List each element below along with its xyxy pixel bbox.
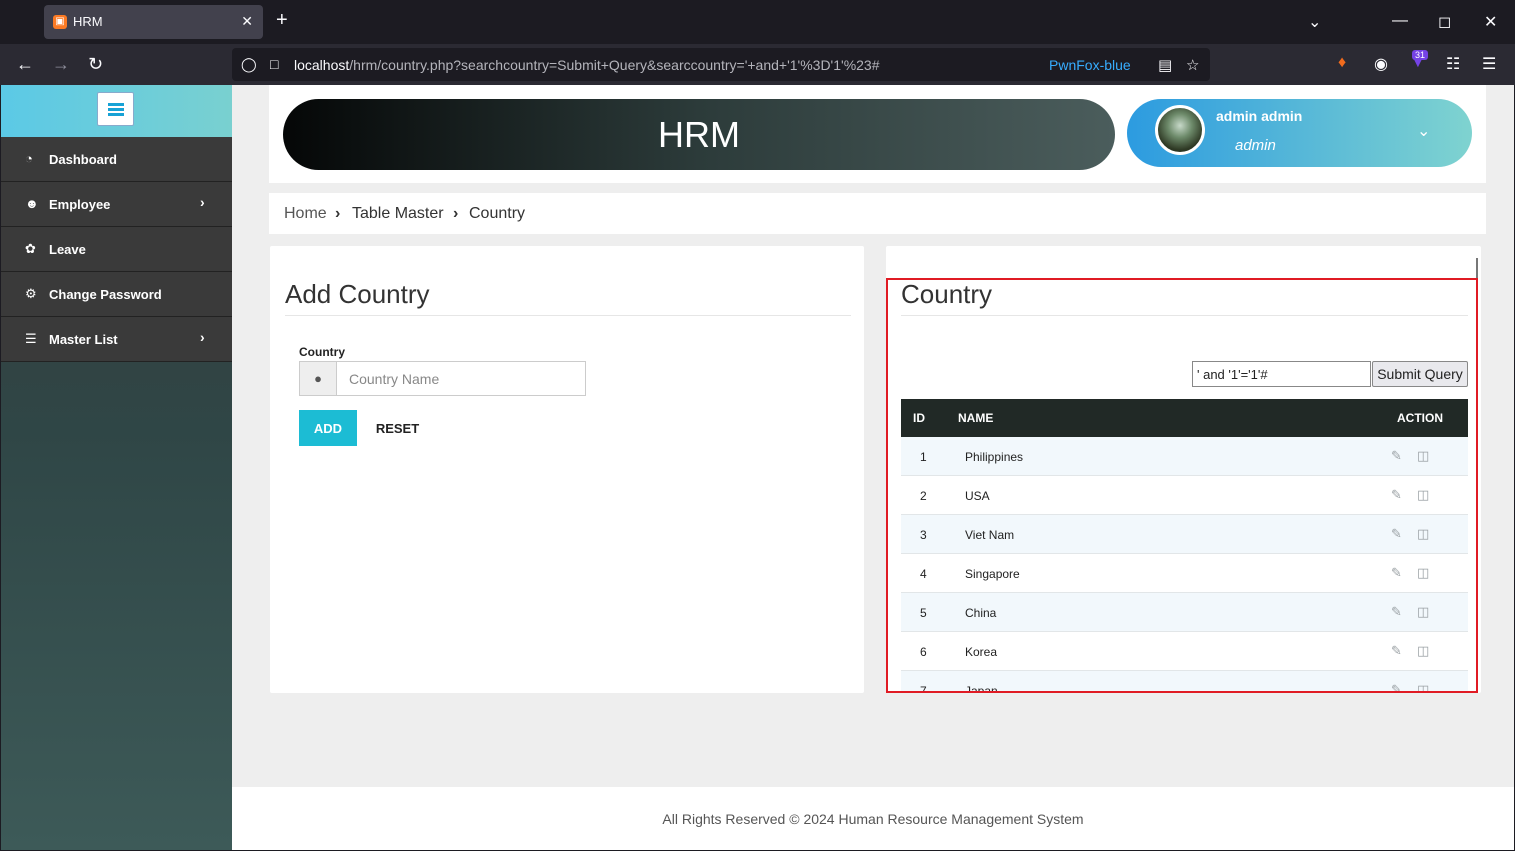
- trash-icon[interactable]: ◫: [1417, 526, 1429, 542]
- tab-title: HRM: [73, 14, 103, 29]
- sidebar-item-master-list[interactable]: ☰ Master List ›: [1, 317, 232, 362]
- column-header-id: ID: [913, 411, 925, 425]
- country-name-input[interactable]: [338, 362, 585, 395]
- container-label[interactable]: PwnFox-blue: [1049, 57, 1131, 73]
- add-country-card: Add Country Country ● ADD RESET: [270, 246, 864, 693]
- url-text[interactable]: localhost/hrm/country.php?searchcountry=…: [294, 57, 880, 73]
- reload-icon[interactable]: ↻: [88, 54, 103, 74]
- bookmark-star-icon[interactable]: ☆: [1186, 56, 1199, 74]
- reset-button[interactable]: RESET: [370, 410, 425, 446]
- avatar: [1155, 105, 1205, 155]
- window-close-icon[interactable]: ✕: [1484, 12, 1497, 32]
- submit-query-button[interactable]: Submit Query: [1372, 361, 1468, 387]
- sidebar-toggle-button[interactable]: [97, 92, 134, 126]
- table-row: 1 Philippines ✎ ◫: [901, 437, 1468, 476]
- chevron-right-icon: ›: [200, 194, 205, 210]
- edit-pencil-icon[interactable]: ✎: [1391, 448, 1402, 464]
- sidebar-header: [1, 85, 232, 137]
- table-row: 3 Viet Nam ✎ ◫: [901, 515, 1468, 554]
- country-list-title: Country: [901, 279, 993, 309]
- trash-icon[interactable]: ◫: [1417, 682, 1429, 693]
- table-body: 1 Philippines ✎ ◫ 2 USA ✎ ◫ 3 Viet Nam ✎…: [901, 437, 1468, 693]
- cookie-extension-icon[interactable]: ◉: [1374, 54, 1388, 74]
- sidebar-item-change-password[interactable]: ⚙ Change Password: [1, 272, 232, 317]
- edit-pencil-icon[interactable]: ✎: [1391, 526, 1402, 542]
- browser-tab[interactable]: ▣ HRM ✕: [44, 5, 263, 39]
- shield-icon[interactable]: ◯: [241, 56, 257, 73]
- extensions-puzzle-icon[interactable]: ☷: [1446, 54, 1460, 74]
- address-bar[interactable]: ◯ □ localhost/hrm/country.php?searchcoun…: [232, 48, 1210, 81]
- page-header: HRM admin admin admin ⌄: [269, 85, 1486, 183]
- browser-tabbar: ▣ HRM ✕ + ⌄ — ◻ ✕: [0, 0, 1515, 44]
- maximize-icon[interactable]: ◻: [1438, 12, 1451, 32]
- app-menu-icon[interactable]: ☰: [1482, 54, 1496, 74]
- trash-icon[interactable]: ◫: [1417, 565, 1429, 581]
- table-row: 5 China ✎ ◫: [901, 593, 1468, 632]
- user-role: admin: [1235, 137, 1276, 154]
- trash-icon[interactable]: ◫: [1417, 643, 1429, 659]
- table-header: ID NAME ACTION: [901, 399, 1468, 437]
- add-country-title: Add Country: [285, 279, 430, 309]
- list-icon: ☰: [25, 331, 37, 346]
- table-scrollbar[interactable]: [1476, 258, 1478, 635]
- country-input-group: ●: [299, 361, 586, 396]
- breadcrumb-separator-icon: ›: [453, 205, 459, 222]
- sidebar-item-employee[interactable]: ☻ Employee ›: [1, 182, 232, 227]
- sidebar-item-dashboard[interactable]: ◔ Dashboard: [1, 137, 232, 182]
- table-row: 2 USA ✎ ◫: [901, 476, 1468, 515]
- chevron-down-icon[interactable]: ⌄: [1417, 121, 1430, 141]
- table-row: 7 Japan ✎ ◫: [901, 671, 1468, 693]
- edit-pencil-icon[interactable]: ✎: [1391, 643, 1402, 659]
- add-button[interactable]: ADD: [299, 410, 357, 446]
- user-icon: ☻: [25, 196, 39, 211]
- trash-icon[interactable]: ◫: [1417, 487, 1429, 503]
- globe-icon: ●: [300, 362, 337, 395]
- sidebar-item-leave[interactable]: ✿ Leave: [1, 227, 232, 272]
- country-list-card: Country Submit Query ID NAME ACTION 1 Ph…: [886, 246, 1481, 693]
- column-header-action: ACTION: [1397, 411, 1443, 425]
- edit-pencil-icon[interactable]: ✎: [1391, 682, 1402, 693]
- breadcrumb: Home › Table Master › Country: [269, 193, 1486, 234]
- user-menu[interactable]: admin admin admin ⌄: [1127, 99, 1472, 167]
- close-tab-icon[interactable]: ✕: [241, 13, 253, 30]
- new-tab-icon[interactable]: +: [276, 10, 288, 30]
- breadcrumb-home[interactable]: Home: [284, 205, 327, 223]
- edit-pencil-icon[interactable]: ✎: [1391, 604, 1402, 620]
- chevron-right-icon: ›: [200, 329, 205, 345]
- country-field-label: Country: [299, 345, 345, 359]
- forward-icon[interactable]: →: [52, 54, 70, 74]
- trash-icon[interactable]: ◫: [1417, 448, 1429, 464]
- user-name: admin admin: [1216, 108, 1303, 124]
- table-row: 4 Singapore ✎ ◫: [901, 554, 1468, 593]
- table-row: 6 Korea ✎ ◫: [901, 632, 1468, 671]
- edit-pencil-icon[interactable]: ✎: [1391, 487, 1402, 503]
- breadcrumb-country: Country: [469, 205, 526, 222]
- list-tabs-icon[interactable]: ⌄: [1308, 12, 1321, 32]
- divider: [901, 315, 1468, 316]
- gears-icon: ⚙: [25, 286, 37, 301]
- reader-view-icon[interactable]: ▤: [1158, 56, 1172, 74]
- divider: [285, 315, 851, 316]
- brand-banner: HRM: [283, 99, 1115, 170]
- edit-pencil-icon[interactable]: ✎: [1391, 565, 1402, 581]
- column-header-name: NAME: [958, 411, 994, 425]
- fox-extension-icon[interactable]: ♦: [1338, 54, 1346, 72]
- sidebar: ◔ Dashboard ☻ Employee › ✿ Leave ⚙ Chang…: [1, 85, 232, 850]
- page-footer: All Rights Reserved © 2024 Human Resourc…: [232, 787, 1514, 850]
- browser-navbar: ← → ↻ ◯ □ localhost/hrm/country.php?sear…: [0, 44, 1515, 85]
- country-search-input[interactable]: [1192, 361, 1371, 387]
- page-icon[interactable]: □: [270, 56, 278, 72]
- breadcrumb-table-master[interactable]: Table Master: [352, 205, 444, 223]
- extension-badge: 31: [1412, 50, 1429, 60]
- back-icon[interactable]: ←: [16, 54, 34, 74]
- dashboard-icon: ◔: [25, 151, 33, 166]
- leave-icon: ✿: [25, 241, 36, 256]
- trash-icon[interactable]: ◫: [1417, 604, 1429, 620]
- xampp-icon: ▣: [53, 15, 67, 29]
- minimize-icon[interactable]: —: [1392, 12, 1408, 30]
- country-table: ID NAME ACTION 1 Philippines ✎ ◫ 2 USA ✎…: [901, 399, 1468, 693]
- page-viewport: ◔ Dashboard ☻ Employee › ✿ Leave ⚙ Chang…: [1, 85, 1514, 850]
- breadcrumb-separator-icon: ›: [335, 205, 341, 222]
